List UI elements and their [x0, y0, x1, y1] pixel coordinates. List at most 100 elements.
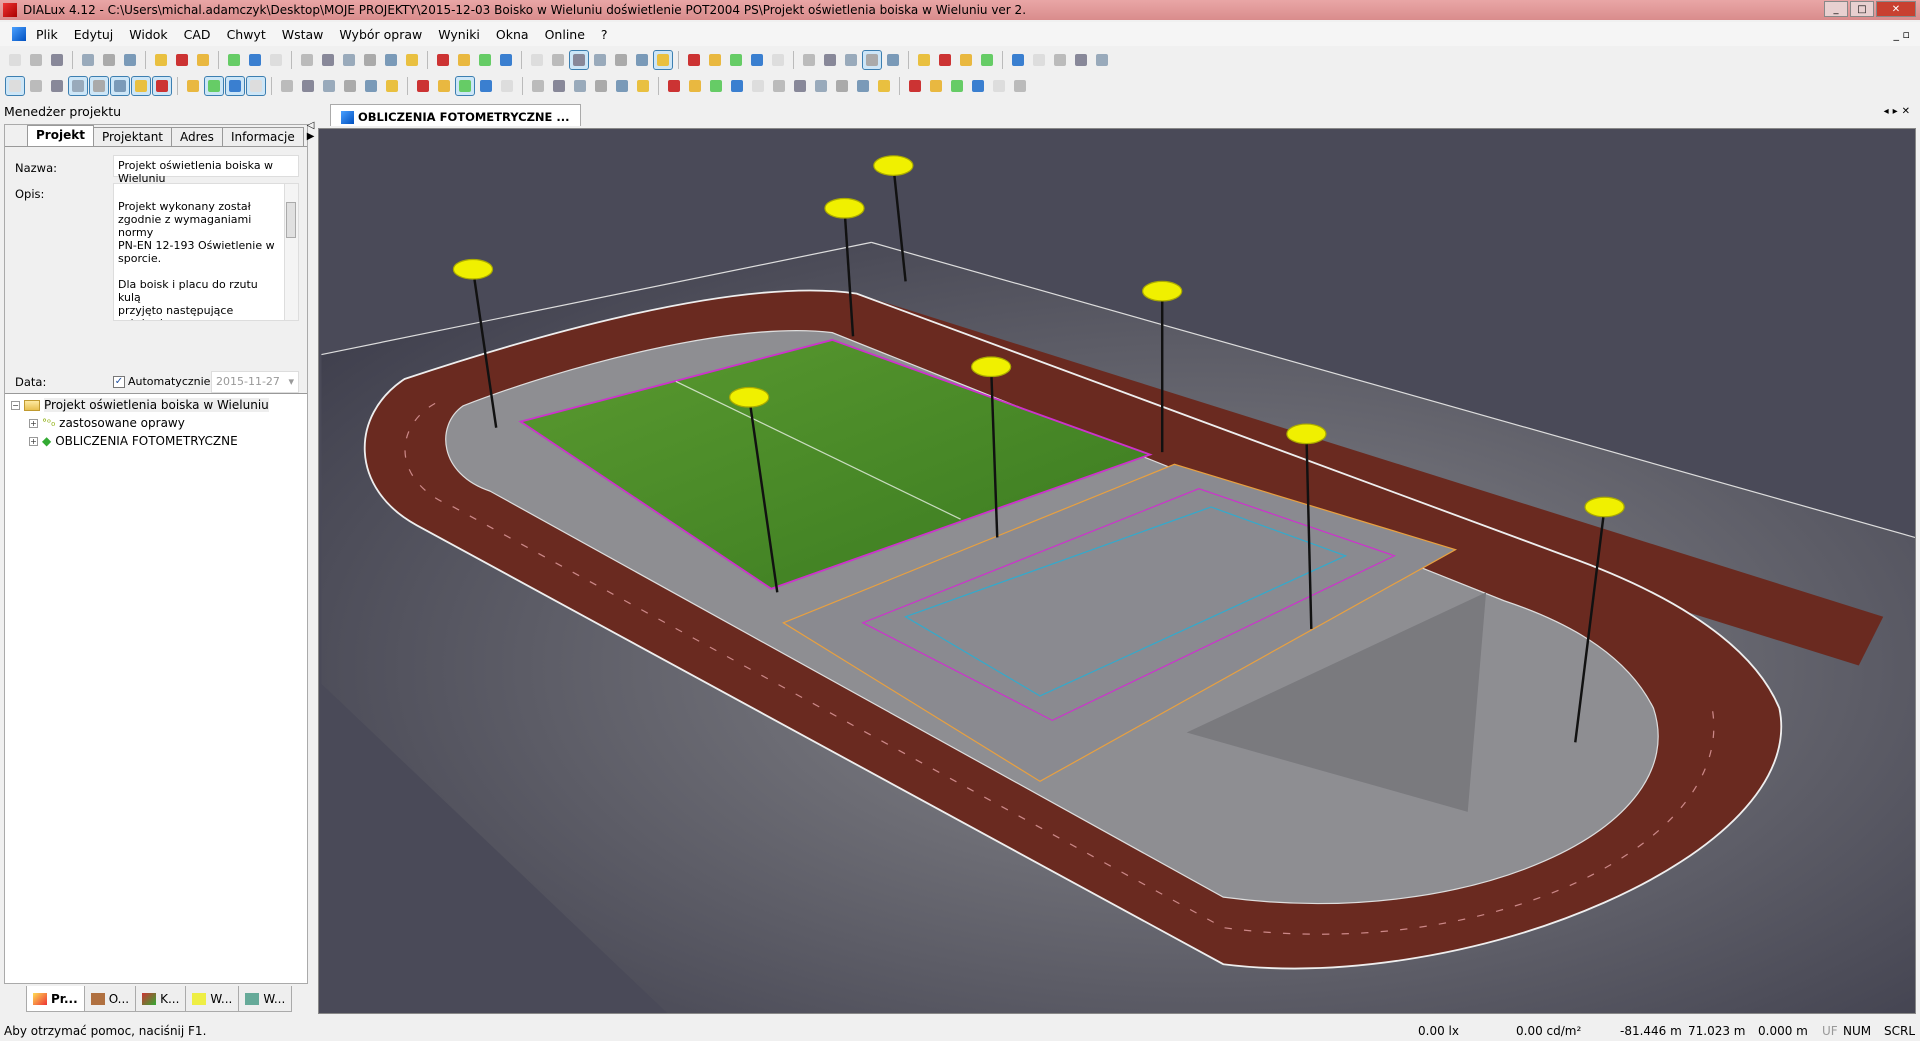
toolbar-button-icon[interactable]	[591, 51, 609, 69]
date-picker[interactable]: 2015-11-27 ▾	[211, 371, 299, 393]
toolbar-button-icon[interactable]	[131, 76, 151, 96]
menu-edytuj[interactable]: Edytuj	[74, 27, 114, 42]
toolbar-button-icon[interactable]	[498, 77, 516, 95]
toolbar-button-icon[interactable]	[1072, 51, 1090, 69]
toolbar-button-icon[interactable]	[749, 77, 767, 95]
toolbar-button-icon[interactable]	[204, 76, 224, 96]
tab-scroll-arrows[interactable]: ◁ ▶	[303, 120, 319, 146]
toolbar-button-icon[interactable]	[633, 51, 651, 69]
toolbar-button-icon[interactable]	[6, 51, 24, 69]
toolbar-button-icon[interactable]	[821, 51, 839, 69]
toolbar-button-icon[interactable]	[89, 76, 109, 96]
toolbar-button-icon[interactable]	[613, 77, 631, 95]
minimize-button[interactable]: _	[1824, 1, 1848, 17]
toolbar-button-icon[interactable]	[978, 51, 996, 69]
menu-okna[interactable]: Okna	[496, 27, 529, 42]
toolbar-button-icon[interactable]	[476, 51, 494, 69]
toolbar-button-icon[interactable]	[1009, 51, 1027, 69]
toolbar-button-icon[interactable]	[225, 76, 245, 96]
description-textarea[interactable]: Projekt wykonany został zgodnie z wymaga…	[113, 183, 299, 321]
toolbar-button-icon[interactable]	[340, 51, 358, 69]
toolbar-button-icon[interactable]	[948, 77, 966, 95]
toolbar-button-icon[interactable]	[685, 51, 703, 69]
close-button[interactable]: ✕	[1876, 1, 1916, 17]
toolbar-button-icon[interactable]	[571, 77, 589, 95]
toolbar-button-icon[interactable]	[969, 77, 987, 95]
tree-node-luminaires[interactable]: + °ᵒ₀ zastosowane oprawy	[29, 416, 185, 430]
toolbar-button-icon[interactable]	[152, 51, 170, 69]
toolbar-button-icon[interactable]	[121, 51, 139, 69]
toolbar-button-icon[interactable]	[299, 77, 317, 95]
toolbar-button-icon[interactable]	[791, 77, 809, 95]
toolbar-button-icon[interactable]	[707, 77, 725, 95]
chevron-down-icon[interactable]: ▾	[288, 375, 294, 388]
toolbar-button-icon[interactable]	[5, 76, 25, 96]
menu-plik[interactable]: Plik	[36, 27, 58, 42]
toolbar-button-icon[interactable]	[435, 77, 453, 95]
toolbar-button-icon[interactable]	[634, 77, 652, 95]
tab-outputs[interactable]: W...	[238, 986, 293, 1012]
toolbar-button-icon[interactable]	[100, 51, 118, 69]
toolbar-button-icon[interactable]	[665, 77, 683, 95]
toolbar-button-icon[interactable]	[48, 77, 66, 95]
toolbar-button-icon[interactable]	[246, 76, 266, 96]
menu-chwyt[interactable]: Chwyt	[227, 27, 266, 42]
toolbar-button-icon[interactable]	[497, 51, 515, 69]
toolbar-button-icon[interactable]	[728, 77, 746, 95]
toolbar-button-icon[interactable]	[800, 51, 818, 69]
document-tab-controls[interactable]: ◂▸✕	[1884, 106, 1914, 117]
expand-icon[interactable]: +	[29, 436, 38, 446]
toolbar-button-icon[interactable]	[382, 51, 400, 69]
toolbar-button-icon[interactable]	[362, 77, 380, 95]
toolbar-button-icon[interactable]	[686, 77, 704, 95]
menu-wstaw[interactable]: Wstaw	[282, 27, 324, 42]
toolbar-button-icon[interactable]	[612, 51, 630, 69]
tree-node-calculations[interactable]: + ◆ OBLICZENIA FOTOMETRYCZNE	[29, 434, 238, 448]
toolbar-button-icon[interactable]	[152, 76, 172, 96]
toolbar-button-icon[interactable]	[298, 51, 316, 69]
toolbar-button-icon[interactable]	[770, 77, 788, 95]
toolbar-button-icon[interactable]	[27, 77, 45, 95]
toolbar-button-icon[interactable]	[319, 51, 337, 69]
toolbar-button-icon[interactable]	[592, 77, 610, 95]
tab-informacje[interactable]: Informacje	[221, 127, 304, 146]
toolbar-button-icon[interactable]	[812, 77, 830, 95]
toolbar-button-icon[interactable]	[383, 77, 401, 95]
toolbar-button-icon[interactable]	[184, 77, 202, 95]
tab-project[interactable]: Pr...	[26, 986, 85, 1012]
toolbar-button-icon[interactable]	[48, 51, 66, 69]
3d-scene[interactable]	[319, 129, 1916, 1013]
toolbar-button-icon[interactable]	[528, 51, 546, 69]
auto-date-checkbox[interactable]: ✓ Automatycznie	[113, 375, 210, 388]
toolbar-button-icon[interactable]	[842, 51, 860, 69]
menu-help[interactable]: ?	[601, 27, 608, 42]
toolbar-button-icon[interactable]	[110, 76, 130, 96]
toolbar-button-icon[interactable]	[990, 77, 1008, 95]
toolbar-button-icon[interactable]	[549, 51, 567, 69]
toolbar-button-icon[interactable]	[68, 76, 88, 96]
menu-wyniki[interactable]: Wyniki	[438, 27, 480, 42]
menu-online[interactable]: Online	[545, 27, 585, 42]
toolbar-button-icon[interactable]	[267, 51, 285, 69]
document-tab[interactable]: OBLICZENIA FOTOMETRYCZNE ...	[330, 104, 581, 126]
toolbar-button-icon[interactable]	[320, 77, 338, 95]
toolbar-button-icon[interactable]	[927, 77, 945, 95]
mdi-controls[interactable]: _ ▫	[1894, 28, 1910, 41]
menu-wybor-opraw[interactable]: Wybór opraw	[339, 27, 422, 42]
toolbar-button-icon[interactable]	[361, 51, 379, 69]
toolbar-button-icon[interactable]	[936, 51, 954, 69]
toolbar-button-icon[interactable]	[833, 77, 851, 95]
toolbar-button-icon[interactable]	[477, 77, 495, 95]
toolbar-button-icon[interactable]	[957, 51, 975, 69]
menu-cad[interactable]: CAD	[184, 27, 211, 42]
menu-widok[interactable]: Widok	[129, 27, 167, 42]
maximize-button[interactable]: □	[1850, 1, 1874, 17]
tab-objects[interactable]: O...	[83, 986, 137, 1012]
tab-colors[interactable]: K...	[135, 986, 187, 1012]
toolbar-button-icon[interactable]	[27, 51, 45, 69]
toolbar-button-icon[interactable]	[1051, 51, 1069, 69]
toolbar-button-icon[interactable]	[915, 51, 933, 69]
checkbox-checked-icon[interactable]: ✓	[113, 375, 125, 388]
toolbar-button-icon[interactable]	[455, 76, 475, 96]
toolbar-button-icon[interactable]	[1011, 77, 1029, 95]
